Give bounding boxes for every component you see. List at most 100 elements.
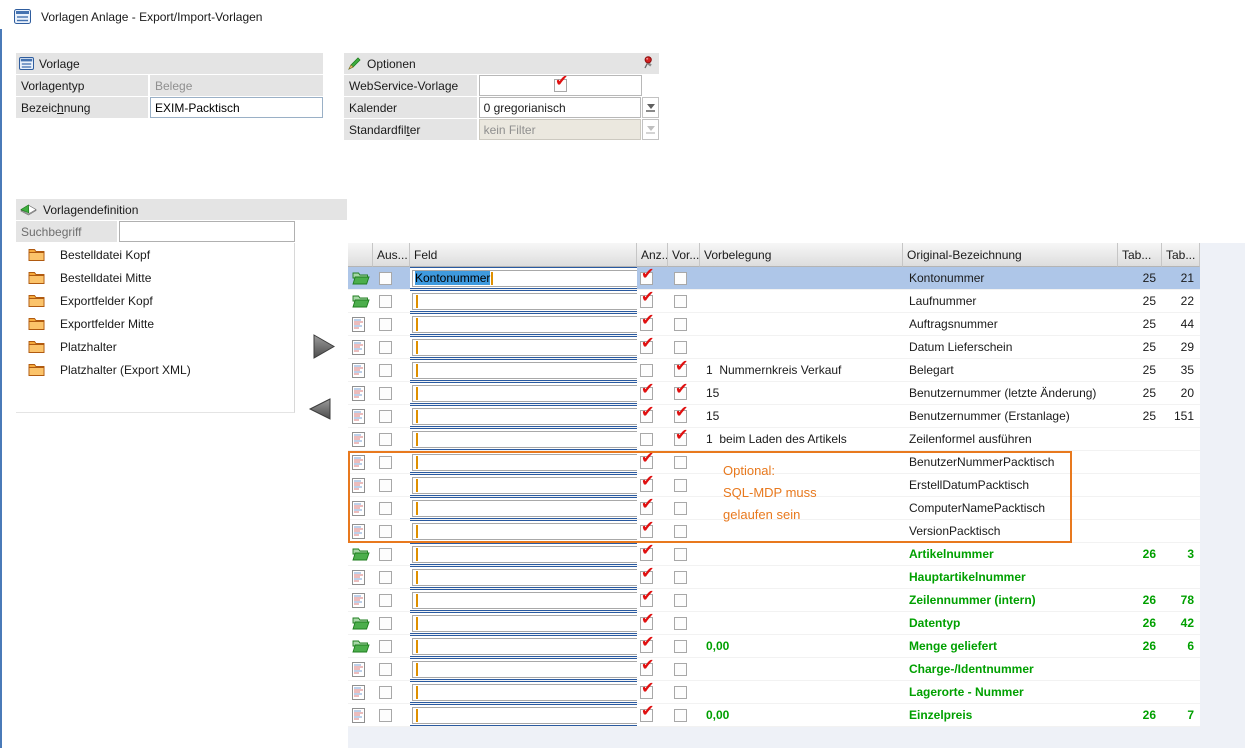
field-edit-box[interactable] [410, 336, 637, 358]
field-edit-box[interactable]: Kontonummer [410, 267, 637, 289]
vorbelegung-checkbox[interactable]: ✔ [674, 548, 687, 561]
anzeigen-checkbox[interactable]: ✔ [640, 341, 653, 354]
anzeigen-checkbox[interactable]: ✔ [640, 617, 653, 630]
bezeichnung-input[interactable] [150, 97, 323, 118]
folder-list-item[interactable]: Exportfelder Mitte [16, 312, 294, 335]
pin-icon[interactable] [642, 56, 654, 71]
folder-list-item[interactable]: Bestelldatei Mitte [16, 266, 294, 289]
aus-checkbox[interactable]: ✔ [379, 295, 392, 308]
folder-list-item[interactable]: Exportfelder Kopf [16, 289, 294, 312]
kalender-select[interactable]: 0 gregorianisch [479, 97, 641, 118]
table-row[interactable]: ✔ Kontonummer ✔ ✔ Kontonummer 25 21 [348, 267, 1200, 290]
vorbelegung-checkbox[interactable]: ✔ [674, 433, 687, 446]
aus-checkbox[interactable]: ✔ [379, 479, 392, 492]
vorbelegung-checkbox[interactable]: ✔ [674, 341, 687, 354]
folder-list-item[interactable]: Bestelldatei Kopf [16, 243, 294, 266]
aus-checkbox[interactable]: ✔ [379, 594, 392, 607]
aus-checkbox[interactable]: ✔ [379, 410, 392, 423]
aus-checkbox[interactable]: ✔ [379, 341, 392, 354]
field-edit-box[interactable] [410, 451, 637, 473]
table-row[interactable]: ✔ Datum_Lieferschein ✔ ✔ Datum Liefersch… [348, 336, 1200, 359]
table-row[interactable]: ✔ Auftragsnummer ✔ ✔ Auftragsnummer 25 4… [348, 313, 1200, 336]
table-row[interactable]: ✔ Zeilenformel ausführen ✔ ✔ 1 beim Lade… [348, 428, 1200, 451]
aus-checkbox[interactable]: ✔ [379, 387, 392, 400]
anzeigen-checkbox[interactable]: ✔ [640, 433, 653, 446]
anzeigen-checkbox[interactable]: ✔ [640, 318, 653, 331]
aus-checkbox[interactable]: ✔ [379, 617, 392, 630]
vorbelegung-checkbox[interactable]: ✔ [674, 387, 687, 400]
vorbelegung-checkbox[interactable]: ✔ [674, 525, 687, 538]
field-edit-box[interactable] [410, 635, 637, 657]
field-edit-box[interactable] [410, 359, 637, 381]
kalender-dropdown-button[interactable] [642, 97, 659, 118]
header-tab-1[interactable]: Tab... [1118, 243, 1162, 267]
field-edit-box[interactable] [410, 313, 637, 335]
folder-list-item[interactable]: Platzhalter [16, 335, 294, 358]
anzeigen-checkbox[interactable]: ✔ [640, 594, 653, 607]
anzeigen-checkbox[interactable]: ✔ [640, 456, 653, 469]
anzeigen-checkbox[interactable]: ✔ [640, 548, 653, 561]
aus-checkbox[interactable]: ✔ [379, 456, 392, 469]
field-edit-box[interactable] [410, 566, 637, 588]
table-row[interactable]: ✔ Einzelpreis ✔ ✔ 0,00 Einzelpreis 26 7 [348, 704, 1200, 727]
vorbelegung-checkbox[interactable]: ✔ [674, 617, 687, 630]
field-edit-box[interactable] [410, 612, 637, 634]
anzeigen-checkbox[interactable]: ✔ [640, 364, 653, 377]
anzeigen-checkbox[interactable]: ✔ [640, 525, 653, 538]
aus-checkbox[interactable]: ✔ [379, 709, 392, 722]
aus-checkbox[interactable]: ✔ [379, 686, 392, 699]
header-aus[interactable]: Aus... [373, 243, 410, 267]
anzeigen-checkbox[interactable]: ✔ [640, 479, 653, 492]
move-left-arrow-button[interactable] [308, 397, 333, 421]
vorbelegung-checkbox[interactable]: ✔ [674, 686, 687, 699]
header-vor[interactable]: Vor... [668, 243, 700, 267]
table-row[interactable]: ✔ Artikelnummer ✔ ✔ Artikelnummer 26 3 [348, 543, 1200, 566]
header-original-bezeichnung[interactable]: Original-Bezeichnung [903, 243, 1118, 267]
webservice-checkbox[interactable]: ✔ [554, 79, 567, 92]
table-row[interactable]: ✔ Datentyp ✔ ✔ Datentyp 26 42 [348, 612, 1200, 635]
folder-list-item[interactable]: Platzhalter (Export XML) [16, 358, 294, 381]
field-edit-box[interactable] [410, 474, 637, 496]
vorbelegung-checkbox[interactable]: ✔ [674, 456, 687, 469]
aus-checkbox[interactable]: ✔ [379, 640, 392, 653]
vorbelegung-checkbox[interactable]: ✔ [674, 571, 687, 584]
header-tab-2[interactable]: Tab... [1162, 243, 1200, 267]
vorbelegung-checkbox[interactable]: ✔ [674, 479, 687, 492]
header-feld[interactable]: Feld [410, 243, 637, 267]
vorbelegung-checkbox[interactable]: ✔ [674, 709, 687, 722]
table-row[interactable]: ✔ Benutzernummer (letzte Änderung) ✔ ✔ 1… [348, 382, 1200, 405]
aus-checkbox[interactable]: ✔ [379, 548, 392, 561]
table-row[interactable]: ✔ Mengegeliefert ✔ ✔ 0,00 Menge geliefer… [348, 635, 1200, 658]
field-edit-box[interactable] [410, 428, 637, 450]
anzeigen-checkbox[interactable]: ✔ [640, 686, 653, 699]
table-row[interactable]: ✔ Belegart ✔ ✔ 1 Nummernkreis Verkauf Be… [348, 359, 1200, 382]
field-edit-box[interactable] [410, 520, 637, 542]
field-edit-box[interactable] [410, 382, 637, 404]
aus-checkbox[interactable]: ✔ [379, 525, 392, 538]
table-row[interactable]: ✔ Hauptartikelnummer ✔ ✔ Hauptartikelnum… [348, 566, 1200, 589]
aus-checkbox[interactable]: ✔ [379, 571, 392, 584]
field-edit-box[interactable] [410, 405, 637, 427]
anzeigen-checkbox[interactable]: ✔ [640, 502, 653, 515]
field-edit-box[interactable] [410, 543, 637, 565]
aus-checkbox[interactable]: ✔ [379, 502, 392, 515]
table-row[interactable]: ✔ Lagerort ✔ ✔ Lagerorte - Nummer [348, 681, 1200, 704]
table-row[interactable]: ✔ Laufnummer ✔ ✔ Laufnummer 25 22 [348, 290, 1200, 313]
vorbelegung-checkbox[interactable]: ✔ [674, 663, 687, 676]
vorbelegung-checkbox[interactable]: ✔ [674, 502, 687, 515]
anzeigen-checkbox[interactable]: ✔ [640, 295, 653, 308]
anzeigen-checkbox[interactable]: ✔ [640, 640, 653, 653]
field-edit-box[interactable] [410, 290, 637, 312]
table-row[interactable]: ✔ Zeilennummer ✔ ✔ Zeilennummer (intern)… [348, 589, 1200, 612]
anzeigen-checkbox[interactable]: ✔ [640, 663, 653, 676]
anzeigen-checkbox[interactable]: ✔ [640, 571, 653, 584]
anzeigen-checkbox[interactable]: ✔ [640, 272, 653, 285]
anzeigen-checkbox[interactable]: ✔ [640, 709, 653, 722]
vorbelegung-checkbox[interactable]: ✔ [674, 640, 687, 653]
vorbelegung-checkbox[interactable]: ✔ [674, 410, 687, 423]
header-vorbelegung[interactable]: Vorbelegung [700, 243, 903, 267]
table-row[interactable]: ✔ Chargeldentnummer ✔ ✔ Charge-/Identnum… [348, 658, 1200, 681]
field-edit-box[interactable] [410, 681, 637, 703]
aus-checkbox[interactable]: ✔ [379, 433, 392, 446]
table-row[interactable]: ✔ Benutzernummer (Erstanlage) ✔ ✔ 15 Ben… [348, 405, 1200, 428]
